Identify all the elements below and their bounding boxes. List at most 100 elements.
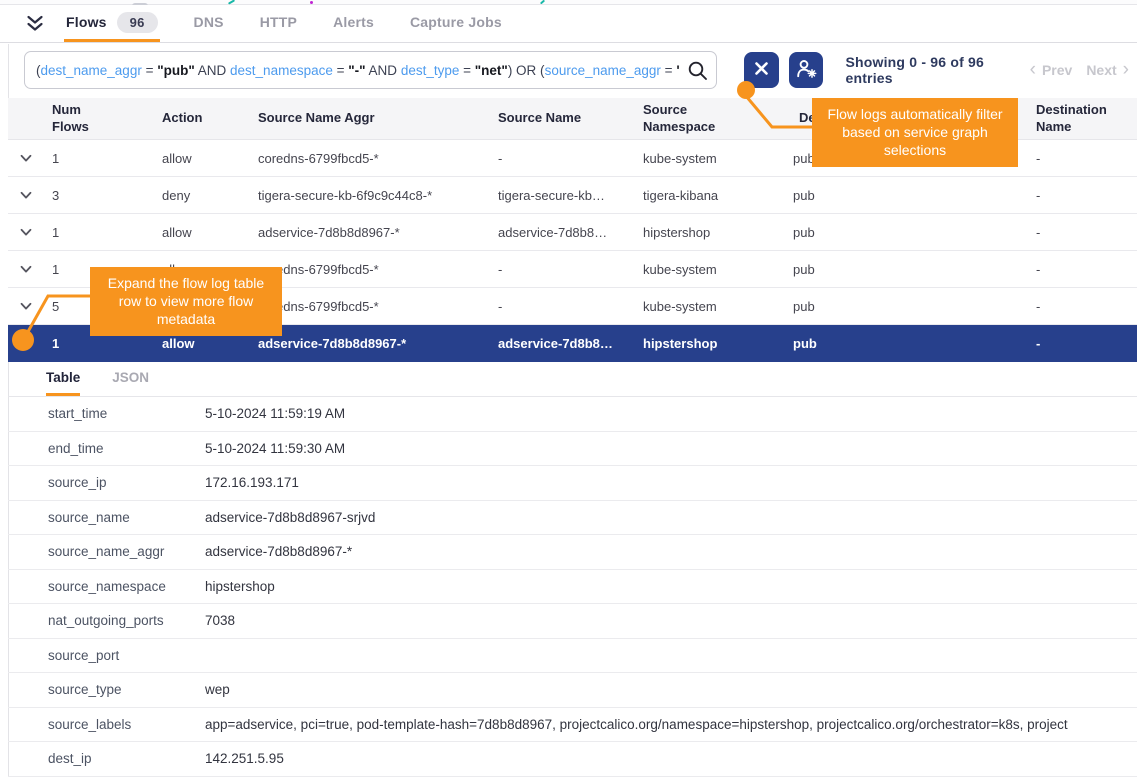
cell-source-namespace: hipstershop: [635, 225, 785, 240]
cell-num-flows: 3: [44, 188, 154, 203]
row-expand-chevron-icon[interactable]: [8, 302, 44, 311]
detail-row: source_port: [8, 639, 1137, 674]
detail-row: source_labelsapp=adservice, pci=true, po…: [8, 708, 1137, 743]
detail-field-value: 142.251.5.95: [205, 751, 1137, 766]
cell-source-namespace: kube-system: [635, 299, 785, 314]
collapse-panel-icon[interactable]: [24, 13, 46, 35]
tab-label: Capture Jobs: [410, 14, 502, 30]
detail-field-key: source_port: [8, 648, 205, 663]
detail-tab-table[interactable]: Table: [46, 361, 80, 396]
cell-source-name: adservice-7d8b8…: [490, 336, 635, 351]
tab-label: DNS: [194, 14, 224, 30]
cell-destination-name: -: [1028, 262, 1137, 277]
tab-label: Flows: [66, 14, 107, 30]
detail-field-value: adservice-7d8b8d8967-*: [205, 544, 1137, 559]
detail-field-key: source_type: [8, 682, 205, 697]
tab-dns[interactable]: DNS: [192, 5, 226, 42]
cell-source-name-aggr: adservice-7d8b8d8967-*: [250, 336, 490, 351]
flow-row[interactable]: 3denytigera-secure-kb-6f9c9c44c8-*tigera…: [8, 177, 1137, 214]
cell-action: allow: [154, 336, 250, 351]
cell-action: allow: [154, 151, 250, 166]
detail-field-key: source_labels: [8, 717, 205, 732]
detail-field-value: adservice-7d8b8d8967-srjvd: [205, 510, 1137, 525]
cell-action: allow: [154, 225, 250, 240]
flow-row[interactable]: 1allowadservice-7d8b8d8967-*adservice-7d…: [8, 214, 1137, 251]
row-expand-chevron-icon[interactable]: [8, 265, 44, 274]
row-expand-chevron-icon[interactable]: [8, 191, 44, 200]
cell-dest-name-aggr: pub: [785, 225, 1028, 240]
column-header-source-namespace[interactable]: Source Namespace: [635, 102, 785, 135]
user-gear-icon: [795, 58, 818, 82]
column-header-num-flows[interactable]: Num Flows: [44, 102, 154, 135]
chevron-right-icon[interactable]: ›: [1123, 60, 1129, 79]
query-segment-text: ) OR (: [508, 63, 545, 78]
column-header-action[interactable]: Action: [154, 110, 250, 126]
cell-source-namespace: kube-system: [635, 262, 785, 277]
cell-source-name: -: [490, 151, 635, 166]
cell-destination-name: -: [1028, 188, 1137, 203]
detail-row: start_time5-10-2024 11:59:19 AM: [8, 397, 1137, 432]
cell-source-name-aggr: tigera-secure-kb-6f9c9c44c8-*: [250, 188, 490, 203]
cell-source-name: -: [490, 262, 635, 277]
column-header-source-name-aggr[interactable]: Source Name Aggr: [250, 110, 490, 126]
cell-destination-name: -: [1028, 225, 1137, 240]
clear-filter-button[interactable]: [744, 52, 779, 88]
filter-bar: (dest_name_aggr = "pub" AND dest_namespa…: [8, 48, 1137, 92]
detail-field-value: app=adservice, pci=true, pod-template-ha…: [205, 717, 1137, 732]
cell-source-name: adservice-7d8b8…: [490, 225, 635, 240]
cell-dest-name-aggr: pub: [785, 299, 1028, 314]
query-segment-field: dest_type: [401, 63, 460, 78]
column-header-source-name[interactable]: Source Name: [490, 110, 635, 126]
tab-capture-jobs[interactable]: Capture Jobs: [408, 5, 504, 42]
tab-label: HTTP: [260, 14, 297, 30]
filter-query-text: (dest_name_aggr = "pub" AND dest_namespa…: [36, 63, 680, 78]
filter-query-input[interactable]: (dest_name_aggr = "pub" AND dest_namespa…: [24, 51, 717, 89]
search-icon[interactable]: [687, 60, 709, 87]
cell-source-name-aggr: coredns-6799fbcd5-*: [250, 299, 490, 314]
query-segment-value: "pub": [676, 63, 679, 78]
cell-dest-name-aggr: pub: [785, 188, 1028, 203]
query-segment-text: AND: [366, 63, 401, 78]
cell-dest-name-aggr: pub: [785, 262, 1028, 277]
user-settings-button[interactable]: [789, 52, 824, 88]
query-segment-field: dest_namespace: [230, 63, 333, 78]
callout-filter-hint: Flow logs automatically filter based on …: [812, 98, 1018, 167]
prev-button[interactable]: Prev: [1042, 62, 1072, 78]
query-segment-value: "-": [348, 63, 365, 78]
close-icon: [754, 61, 769, 79]
cell-source-namespace: hipstershop: [635, 336, 785, 351]
detail-row: nat_outgoing_ports7038: [8, 604, 1137, 639]
graph-fragment: [228, 0, 235, 5]
callout-expand-hint: Expand the flow log table row to view mo…: [90, 267, 282, 336]
tab-flows[interactable]: Flows 96: [64, 5, 160, 42]
query-segment-value: "net": [475, 63, 508, 78]
tab-count-badge: 96: [117, 12, 158, 33]
graph-fragment: [540, 0, 545, 4]
row-expand-chevron-icon[interactable]: [8, 228, 44, 237]
tab-alerts[interactable]: Alerts: [331, 5, 376, 42]
tab-http[interactable]: HTTP: [258, 5, 299, 42]
detail-tabbar: Table JSON: [8, 361, 1137, 397]
detail-row: source_nameadservice-7d8b8d8967-srjvd: [8, 501, 1137, 536]
detail-row: source_typewep: [8, 673, 1137, 708]
detail-row: source_ip172.16.193.171: [8, 466, 1137, 501]
cell-num-flows: 1: [44, 225, 154, 240]
row-expand-chevron-icon[interactable]: [8, 154, 44, 163]
detail-field-key: nat_outgoing_ports: [8, 613, 205, 628]
column-header-destination-name[interactable]: Destination Name: [1028, 102, 1137, 135]
pagination: ‹ Prev Next ›: [1030, 61, 1137, 80]
next-button[interactable]: Next: [1086, 62, 1116, 78]
detail-field-key: dest_ip: [8, 751, 205, 766]
cell-source-name: tigera-secure-kb…: [490, 188, 635, 203]
query-segment-field: source_name_aggr: [545, 63, 661, 78]
row-expand-chevron-icon[interactable]: [8, 339, 44, 348]
cell-action: deny: [154, 188, 250, 203]
detail-field-value: 5-10-2024 11:59:30 AM: [205, 441, 1137, 456]
detail-field-value: 5-10-2024 11:59:19 AM: [205, 406, 1137, 421]
query-segment-text: =: [459, 63, 474, 78]
detail-row: dest_ip142.251.5.95: [8, 742, 1137, 777]
detail-field-key: source_namespace: [8, 579, 205, 594]
detail-tab-json[interactable]: JSON: [112, 361, 149, 396]
detail-field-value: 172.16.193.171: [205, 475, 1137, 490]
chevron-left-icon[interactable]: ‹: [1030, 60, 1036, 79]
